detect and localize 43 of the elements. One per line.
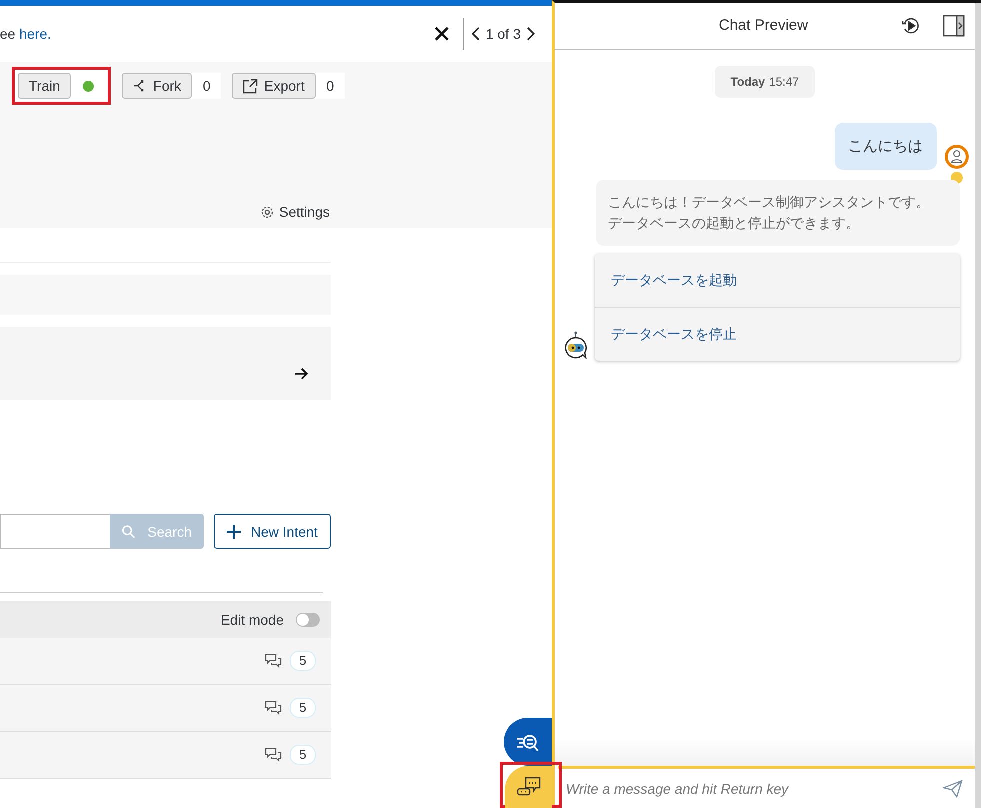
message-input[interactable]: Write a message and hit Return key [558,780,943,796]
conversation-icon [265,700,282,716]
quick-reply-option[interactable]: データベースを停止 [595,307,960,361]
search-field[interactable] [0,514,110,549]
arrow-right-icon[interactable] [295,368,309,380]
chat-launcher-button[interactable] [505,766,552,808]
send-icon[interactable] [943,780,963,798]
user-avatar-icon [945,145,969,169]
notice-text: ee here. [0,26,52,42]
bot-message: こんにちは！データベース制御アシスタントです。データベースの起動と停止ができます。 [596,180,960,246]
conversation-icon [265,654,282,668]
train-button[interactable]: Train [18,73,72,99]
previous-icon[interactable] [472,27,480,41]
bot-avatar-icon [564,331,588,359]
page-indicator: 1 of 3 [486,26,521,42]
user-message: こんにちは [835,123,937,170]
assistant-button[interactable] [504,718,552,766]
edit-mode-label: Edit mode [220,612,284,628]
chat-title: Chat Preview [719,17,808,34]
restart-icon[interactable] [901,17,921,35]
fork-button[interactable]: Fork [122,73,192,99]
edit-mode-toggle[interactable] [296,612,320,626]
settings-link[interactable]: Settings [279,204,330,220]
quick-reply-option[interactable]: データベースを起動 [595,254,960,307]
export-button[interactable]: Export [232,73,316,99]
settings-icon[interactable] [261,206,274,218]
count-badge: 5 [290,651,316,671]
date-chip: Today 15:47 [714,66,816,98]
count-badge: 5 [290,745,316,765]
close-icon[interactable] [434,27,449,41]
here-link[interactable]: here. [19,26,52,42]
search-icon [122,524,136,538]
count-label: 0 [325,78,336,94]
conversation-icon [265,748,282,762]
count-badge: 5 [290,698,316,718]
next-icon[interactable] [527,27,535,41]
count-label: 0 [202,78,212,94]
export-icon [243,78,258,94]
new-intent-button[interactable]: New Intent [214,514,331,549]
plus-icon [227,524,241,538]
collapse-panel-icon[interactable] [943,15,965,37]
chat-bot-icon [516,777,540,797]
search-list-icon [516,732,540,752]
